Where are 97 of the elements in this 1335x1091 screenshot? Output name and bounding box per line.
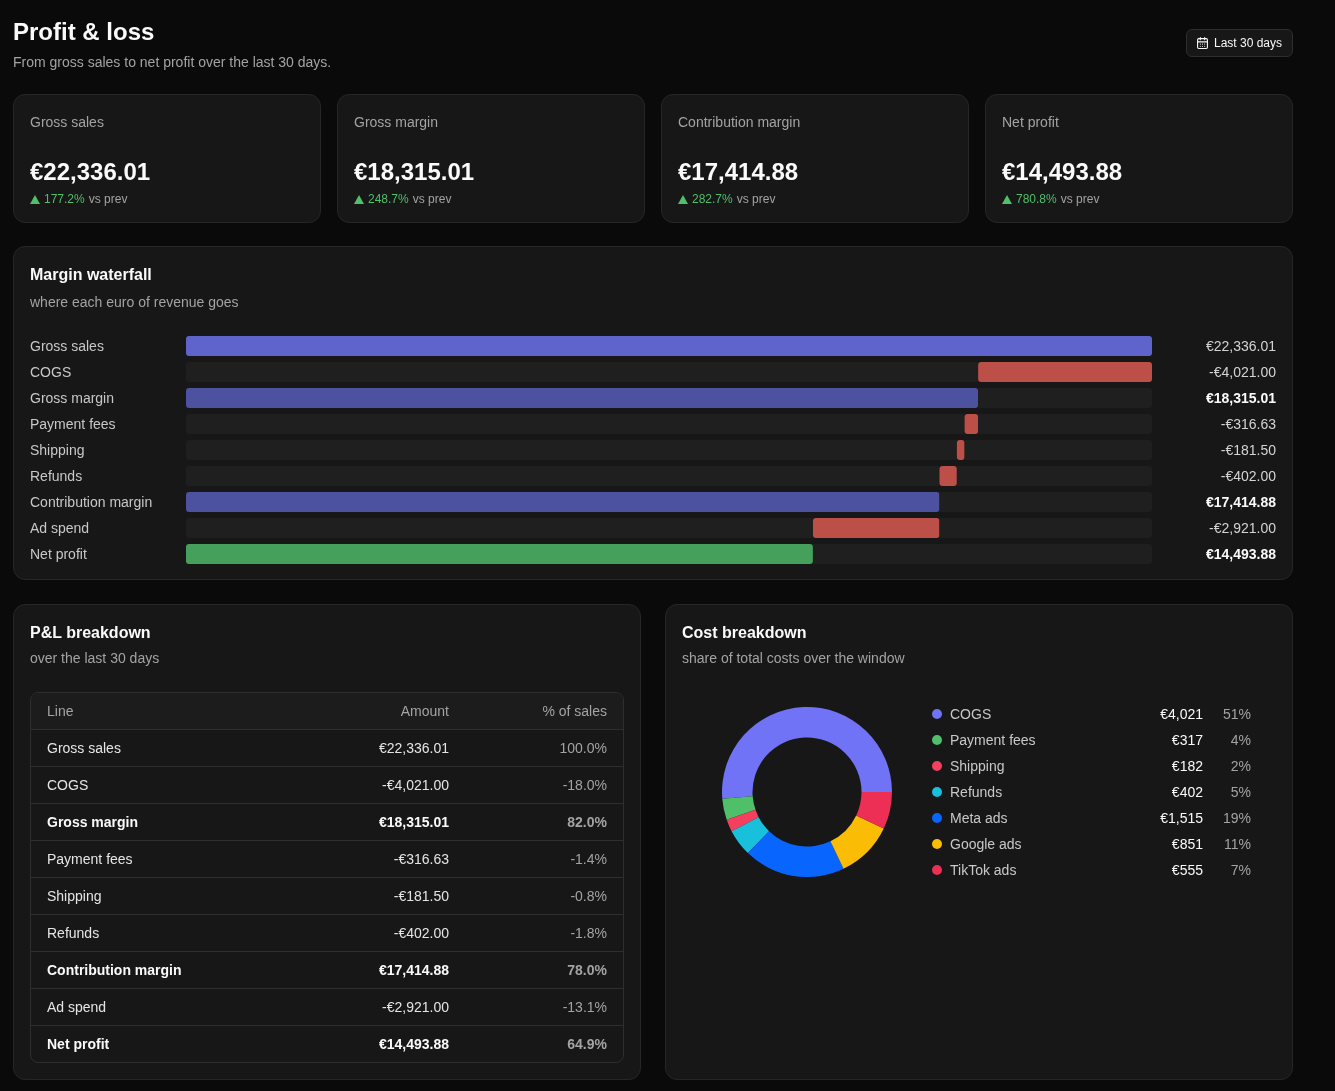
table-cell-text: Shipping: [46, 887, 103, 906]
table-cell-text: -€2,921.00: [381, 998, 450, 1017]
table-cell-text: 78.0%: [566, 961, 608, 980]
legend-label: Meta ads: [950, 809, 1009, 828]
value-label: -€4,021.00: [1208, 363, 1276, 382]
page-subtitle: From gross sales to net profit over the last 30 days.: [13, 53, 332, 72]
table-cell-text: -0.8%: [569, 887, 608, 906]
category-label: Gross margin: [30, 389, 116, 408]
table-cell-text: €14,493.88: [377, 1035, 450, 1054]
legend-amount: €4,021: [1160, 705, 1203, 724]
table-cell-text: Ad spend: [46, 998, 108, 1017]
legend-label: TikTok ads: [950, 861, 1018, 880]
table-cell-text: Contribution margin: [46, 961, 183, 980]
category-label: Refunds: [30, 467, 84, 486]
table-cell-text: Net profit: [46, 1035, 111, 1054]
comparison-label: vs prev: [412, 191, 452, 207]
change-value: 780.8%: [1016, 191, 1057, 207]
waterfall-bar: [956, 440, 965, 460]
value-label: €18,315.01: [1204, 389, 1276, 408]
table-cell-text: -13.1%: [561, 998, 608, 1017]
table-cell-text: COGS: [46, 776, 90, 795]
value-label: -€181.50: [1219, 441, 1276, 460]
legend-label: Shipping: [950, 757, 1006, 776]
value-label: €17,414.88: [1204, 493, 1276, 512]
value-label: -€2,921.00: [1208, 519, 1276, 538]
calendar-icon: [1196, 37, 1208, 49]
category-label: COGS: [30, 363, 73, 382]
card-title: Margin waterfall: [30, 265, 153, 285]
table-cell-text: €17,414.88: [377, 961, 450, 980]
change-value: 282.7%: [692, 191, 733, 207]
kpi-value: €18,315.01: [354, 157, 476, 187]
legend-percent: 51%: [1221, 705, 1251, 724]
legend-amount: €317: [1171, 731, 1203, 750]
category-label: Ad spend: [30, 519, 91, 538]
column-header: Line: [46, 702, 75, 721]
card-title: P&L breakdown: [30, 623, 152, 643]
table-cell-text: €18,315.01: [377, 813, 450, 832]
card-title: Cost breakdown: [682, 623, 808, 643]
column-header: % of sales: [541, 702, 608, 721]
table-cell-text: Gross margin: [46, 813, 140, 832]
card-subtitle: where each euro of revenue goes: [30, 293, 240, 312]
table-cell-text: -1.4%: [569, 850, 608, 869]
category-label: Contribution margin: [30, 493, 154, 512]
category-label: Payment fees: [30, 415, 117, 434]
table-cell-text: -18.0%: [561, 776, 608, 795]
kpi-label: Gross sales: [30, 113, 105, 132]
table-cell-text: €22,336.01: [377, 739, 450, 758]
value-label: -€402.00: [1219, 467, 1276, 486]
page-title: Profit & loss: [13, 17, 156, 47]
comparison-label: vs prev: [736, 191, 776, 207]
table-cell-text: Payment fees: [46, 850, 134, 869]
value-label: €14,493.88: [1204, 545, 1276, 564]
value-label: €22,336.01: [1204, 337, 1276, 356]
comparison-label: vs prev: [88, 191, 128, 207]
date-range-button[interactable]: Last 30 days: [1185, 29, 1293, 57]
category-label: Shipping: [30, 441, 86, 460]
kpi-label: Contribution margin: [678, 113, 802, 132]
category-label: Net profit: [30, 545, 88, 564]
kpi-label: Gross margin: [354, 113, 440, 132]
legend-amount: €1,515: [1160, 809, 1203, 828]
table-cell-text: 64.9%: [566, 1035, 608, 1054]
legend-amount: €402: [1171, 783, 1203, 802]
legend-amount: €555: [1171, 861, 1203, 880]
kpi-label: Net profit: [1002, 113, 1060, 132]
table-cell-text: Refunds: [46, 924, 101, 943]
legend-amount: €851: [1171, 835, 1203, 854]
legend-label: Google ads: [950, 835, 1023, 854]
legend-percent: 11%: [1223, 835, 1251, 854]
table-cell-text: 82.0%: [566, 813, 608, 832]
legend-label: COGS: [950, 705, 993, 724]
table-cell-text: -1.8%: [569, 924, 608, 943]
legend-percent: 7%: [1229, 861, 1251, 880]
legend-percent: 19%: [1221, 809, 1251, 828]
waterfall-bar: [939, 466, 957, 486]
card-subtitle: over the last 30 days: [30, 649, 161, 668]
table-cell-text: -€402.00: [392, 924, 450, 943]
table-cell-text: 100.0%: [558, 739, 608, 758]
change-value: 248.7%: [368, 191, 409, 207]
category-label: Gross sales: [30, 337, 105, 356]
table-cell-text: -€181.50: [392, 887, 450, 906]
column-header: Amount: [399, 702, 450, 721]
kpi-value: €22,336.01: [30, 157, 152, 187]
comparison-label: vs prev: [1060, 191, 1100, 207]
legend-percent: 2%: [1229, 757, 1251, 776]
table-cell-text: -€4,021.00: [381, 776, 450, 795]
legend-percent: 5%: [1229, 783, 1251, 802]
legend-percent: 4%: [1229, 731, 1251, 750]
change-value: 177.2%: [44, 191, 85, 207]
card-subtitle: share of total costs over the window: [682, 649, 906, 668]
kpi-value: €17,414.88: [678, 157, 800, 187]
legend-amount: €182: [1171, 757, 1203, 776]
table-cell-text: Gross sales: [46, 739, 122, 758]
kpi-value: €14,493.88: [1002, 157, 1124, 187]
table-cell-text: -€316.63: [392, 850, 450, 869]
value-label: -€316.63: [1219, 415, 1276, 434]
legend-label: Refunds: [950, 783, 1004, 802]
legend-label: Payment fees: [950, 731, 1037, 750]
